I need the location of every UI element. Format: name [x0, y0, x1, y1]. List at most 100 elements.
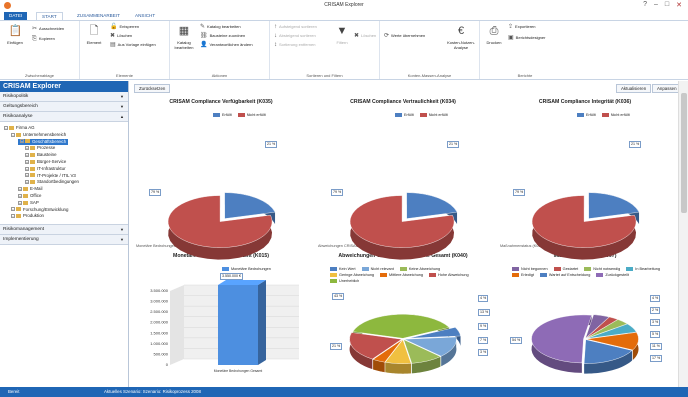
- print-button[interactable]: ⎙ Drucken: [482, 24, 506, 45]
- tree-node[interactable]: − Firma AG: [4, 125, 35, 131]
- tree-node[interactable]: − Forschung/Entwicklung: [11, 207, 68, 213]
- pie-slice[interactable]: [585, 316, 619, 339]
- pie-slice-side[interactable]: [593, 314, 610, 327]
- sidebar-section-scope[interactable]: Geltungsbereich ▼: [0, 102, 128, 112]
- pie-slice[interactable]: [531, 195, 637, 248]
- sidebar-section-risk-management[interactable]: Risikomanagement ▼: [0, 225, 128, 235]
- tree-node[interactable]: + Office: [18, 193, 41, 199]
- pie-slice-side[interactable]: [441, 336, 457, 367]
- expand-icon[interactable]: +: [20, 139, 24, 144]
- expand-icon[interactable]: +: [18, 187, 22, 192]
- sort-asc-button[interactable]: ↑ Aufsteigend sortieren: [274, 23, 317, 31]
- expand-icon[interactable]: +: [18, 200, 22, 205]
- pie-slice-side[interactable]: [350, 195, 455, 260]
- pie-slice[interactable]: [585, 319, 628, 339]
- tree-node[interactable]: + Geschäftsbereich: [18, 138, 69, 145]
- expand-icon[interactable]: −: [11, 207, 15, 212]
- expand-icon[interactable]: −: [11, 214, 15, 219]
- delete-button[interactable]: ✖ Löschen: [110, 32, 132, 40]
- maximize-icon[interactable]: □: [665, 1, 669, 9]
- catalog-button[interactable]: ▦ Katalog bearbeiten: [172, 24, 196, 50]
- tree-node[interactable]: + Standortbedingungen: [25, 179, 79, 185]
- pie-slice-side[interactable]: [168, 195, 273, 260]
- tree-node[interactable]: + SAP: [18, 200, 39, 206]
- tree-node[interactable]: + IT-Projekte / ITIL V3: [25, 173, 76, 179]
- tree-node[interactable]: + IT-Infrastruktur: [25, 166, 66, 172]
- tab-view[interactable]: ANSICHT: [130, 12, 160, 20]
- pie-slice-side[interactable]: [584, 350, 633, 374]
- pie-slice[interactable]: [408, 327, 461, 339]
- pie-slice[interactable]: [349, 332, 403, 360]
- pie-slice[interactable]: [404, 336, 457, 357]
- tree-node[interactable]: + Bürger-Service: [25, 159, 66, 165]
- refresh-button[interactable]: Aktualisieren: [616, 84, 652, 93]
- sidebar-section-risk-analysis[interactable]: Risikoanalyse ▲: [0, 112, 128, 122]
- pie-slice[interactable]: [167, 195, 273, 248]
- pie-slice[interactable]: [352, 314, 450, 339]
- pie-slice[interactable]: [384, 339, 412, 364]
- pie-slice[interactable]: [588, 192, 640, 219]
- pie-slice-side[interactable]: [627, 323, 637, 342]
- insert-template-button[interactable]: ▤ Aus Vorlage einfügen: [110, 41, 156, 49]
- change-owner-button[interactable]: 👤 Verantwortlichen ändern: [200, 41, 253, 49]
- sidebar-section-implementation[interactable]: Implementierung ▼: [0, 235, 128, 245]
- clear-filter-button[interactable]: ✖ Löschen: [354, 32, 376, 40]
- element-button[interactable]: 🗋 Element: [82, 24, 106, 45]
- tab-start[interactable]: START: [36, 12, 63, 20]
- tree-node[interactable]: + Prozesse: [25, 145, 55, 151]
- pie-slice[interactable]: [349, 195, 455, 248]
- pie-slice[interactable]: [583, 339, 633, 364]
- pie-slice-side[interactable]: [373, 359, 385, 373]
- tree-node[interactable]: − Produktion: [11, 213, 44, 219]
- pie-slice[interactable]: [406, 192, 458, 219]
- copy-button[interactable]: ⎘ Kopieren: [32, 35, 55, 43]
- bar[interactable]: [218, 285, 258, 365]
- sort-desc-button[interactable]: ↓ Absteigend sortieren: [274, 32, 316, 40]
- assign-modules-button[interactable]: ⛓ Bausteine zuordnen: [200, 32, 245, 40]
- tree-node[interactable]: + Bausteine: [25, 152, 57, 158]
- pie-slice-side[interactable]: [455, 327, 461, 346]
- expand-icon[interactable]: −: [4, 125, 8, 130]
- help-icon[interactable]: ?: [643, 1, 647, 9]
- expand-icon[interactable]: +: [25, 173, 29, 178]
- pie-slice[interactable]: [224, 192, 276, 219]
- pie-slice[interactable]: [372, 339, 403, 363]
- pie-slice[interactable]: [586, 332, 639, 351]
- pie-slice[interactable]: [586, 323, 637, 339]
- cut-button[interactable]: ✂ Ausschneiden: [32, 25, 64, 33]
- reset-button[interactable]: Zurücksetzen: [134, 84, 171, 93]
- pie-slice-side[interactable]: [532, 195, 637, 260]
- pie-slice-side[interactable]: [224, 192, 276, 225]
- expand-icon[interactable]: +: [25, 159, 29, 164]
- cost-benefit-button[interactable]: € Kosten-Nutzen-Analyse: [446, 24, 476, 50]
- edit-catalog-button[interactable]: ✎ Katalog bearbeiten: [200, 23, 241, 31]
- vertical-scrollbar[interactable]: [678, 81, 688, 387]
- pie-slice-side[interactable]: [531, 314, 592, 373]
- tab-collaboration[interactable]: ZUSAMMENARBEIT: [72, 12, 125, 20]
- apply-values-button[interactable]: ⟳ Werte übernehmen: [384, 32, 425, 40]
- scrollbar-thumb[interactable]: [681, 93, 687, 213]
- pie-slice-side[interactable]: [609, 317, 618, 330]
- paste-button[interactable]: 📋 Einfügen: [3, 24, 27, 45]
- expand-icon[interactable]: +: [25, 146, 29, 151]
- expand-icon[interactable]: +: [25, 166, 29, 171]
- unlock-button[interactable]: 🔓 Entsperren: [110, 23, 139, 31]
- pie-slice-side[interactable]: [406, 192, 458, 225]
- pie-slice-side[interactable]: [352, 314, 450, 342]
- pie-slice-side[interactable]: [385, 362, 411, 374]
- pie-slice[interactable]: [403, 339, 441, 364]
- minimize-icon[interactable]: –: [654, 1, 658, 9]
- pie-slice[interactable]: [531, 314, 592, 364]
- expand-icon[interactable]: −: [11, 132, 15, 137]
- pie-slice[interactable]: [585, 314, 610, 339]
- tree-node[interactable]: + E-Mail: [18, 186, 42, 192]
- expand-icon[interactable]: +: [25, 153, 29, 158]
- sidebar-section-risk-policy[interactable]: Risikopolitik ▼: [0, 92, 128, 102]
- tree-node[interactable]: − Unternehmensbereich: [11, 132, 66, 138]
- tab-file[interactable]: DATEI: [4, 12, 28, 20]
- filter-button[interactable]: ▼ Filtern: [330, 24, 354, 45]
- pie-slice-side[interactable]: [588, 192, 640, 225]
- expand-icon[interactable]: +: [25, 180, 29, 185]
- pie-slice-side[interactable]: [349, 332, 373, 370]
- pie-slice-side[interactable]: [617, 319, 628, 334]
